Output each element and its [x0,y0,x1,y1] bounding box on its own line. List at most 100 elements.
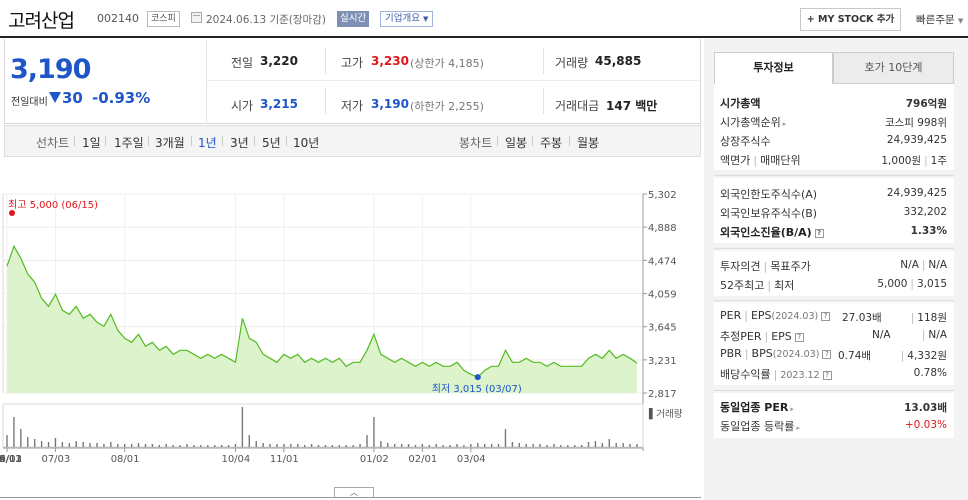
tab-investment-info[interactable]: 투자정보 [714,52,833,84]
foreign-exhaustion-label: 외국인소진율(B/A)? [720,224,824,240]
price-chart[interactable]: 5,302 4,888 4,474 4,059 3,645 3,231 2,817 최고 5,… [0,180,701,470]
divider [191,136,192,146]
52w-range-value: 5,000 | 3,015 [877,278,947,290]
divider [569,136,570,146]
per-value: 27.03배 [842,312,882,324]
y-tick-label: 4,474 [648,256,677,267]
eps-value: | 118원 [910,312,947,324]
period-3m[interactable]: 3개월 [155,134,185,151]
est-eps-value: | N/A [921,329,947,341]
sector-per-value: 13.03배 [904,402,947,414]
down-arrow-icon [49,92,61,103]
period-1y[interactable]: 1년 [198,134,217,151]
chart-expand-handle[interactable]: ︿ [334,487,374,497]
foreign-limit-label: 외국인한도주식수(A) [720,188,818,201]
help-icon[interactable]: ? [822,349,832,359]
listed-shares-value: 24,939,425 [886,134,947,146]
opinion-value: N/A | N/A [900,259,947,271]
divider [222,136,223,146]
tab-order-book[interactable]: 호가 10단계 [833,52,954,84]
est-per-value: N/A [872,329,891,341]
candle-monthly[interactable]: 월봉 [577,134,599,151]
par-value-value: 1,000원 | 1주 [881,155,947,167]
sector-per-label[interactable]: 동일업종 PER ▸ [720,399,794,415]
calendar-icon [191,12,202,23]
chevron-right-icon: ▸ [782,120,787,128]
divider [714,390,954,391]
x-tick-label: 10/04 [221,454,250,465]
high-annotation: 최고 5,000 (06/15) [8,199,98,211]
divider [543,48,544,74]
divider [206,40,207,124]
divider [714,300,954,301]
y-tick-label: 5,302 [648,190,677,201]
prev-close-value: 3,220 [260,54,298,68]
prev-close-label: 전일 [231,56,254,70]
x-tick-label: 02/01 [408,454,437,465]
help-icon[interactable]: ? [821,311,831,321]
divider [325,48,326,74]
period-5y[interactable]: 5년 [262,134,281,151]
high-label: 고가 [341,56,364,70]
x-tick-label: 07/03 [41,454,70,465]
candle-weekly[interactable]: 주봉 [540,134,562,151]
foreign-holding-label: 외국인보유주식수(B) [720,207,818,220]
divider [543,88,544,114]
divider [714,175,954,176]
foreign-exhaustion-value: 1.33% [910,225,947,237]
y-tick-label: 3,231 [648,356,677,367]
opinion-label: 투자의견 | 목표주가 [720,260,811,273]
line-chart-label: 선차트 [36,136,70,150]
market-cap-rank-value: 코스피 998위 [884,117,947,129]
period-10y[interactable]: 10년 [293,134,319,151]
open-value: 3,215 [260,97,298,111]
est-per-eps-label: 추정PER | EPS? [720,328,804,344]
low-value: 3,190 [371,97,409,111]
realtime-button[interactable]: 실시간 [337,11,370,27]
x-tick-label: 03/04 [457,454,486,465]
chart-bottom-line [0,497,701,498]
change-label: 전일대비 [11,97,48,108]
divider [286,136,287,146]
sector-change-label[interactable]: 동일업종 등락률 ▸ [720,418,800,434]
period-1w[interactable]: 1주일 [114,134,144,151]
volume-label: ▌거래량 [648,408,683,420]
volume-label: 거래량 [555,56,589,70]
period-1d[interactable]: 1일 [82,134,101,151]
foreign-holding-value: 332,202 [903,206,947,218]
high-value: 3,230 [371,54,409,68]
help-icon[interactable]: ? [814,228,824,238]
market-cap-rank-label[interactable]: 시가총액순위 ▸ [720,114,786,130]
listed-shares-label: 상장주식수 [720,135,771,148]
x-tick-label: 11/01 [270,454,299,465]
sector-change-value: +0.03% [904,419,947,431]
basis-date: 2024.06.13 기준(장마감) [206,14,326,26]
chevron-down-icon: ▼ [423,15,429,23]
market-badge: 코스피 [147,11,180,27]
divider [206,80,701,81]
bps-value: | 4,332원 [900,350,947,362]
pbr-bps-label: PBR | BPS(2024.03)? [720,347,832,360]
open-label: 시가 [231,99,254,113]
quick-order-link[interactable]: 빠른주문 ▼ [916,12,963,27]
help-icon[interactable]: ? [794,332,804,342]
stock-code: 002140 [97,12,139,25]
divider [497,136,498,146]
divider [148,136,149,146]
candle-daily[interactable]: 일봉 [505,134,527,151]
upper-limit: (상한가 4,185) [410,57,484,70]
company-overview-dropdown[interactable]: 기업개요 ▼ [380,11,434,27]
add-mystock-button[interactable]: + MY STOCK 추가 [800,8,901,31]
y-tick-label: 2,817 [648,389,677,400]
market-cap-value: 796억원 [905,98,947,110]
help-icon[interactable]: ? [822,370,832,380]
per-eps-label: PER | EPS(2024.03)? [720,309,831,322]
foreign-limit-value: 24,939,425 [886,187,947,199]
low-marker [474,374,481,381]
trading-value: 147 백만 [606,99,658,113]
change-percent: -0.93% [92,89,151,107]
chevron-down-icon: ▼ [957,17,964,25]
low-annotation: 최저 3,015 (03/07) [432,383,522,395]
x-tick-label: 06/03 [0,454,22,465]
period-3y[interactable]: 3년 [230,134,249,151]
